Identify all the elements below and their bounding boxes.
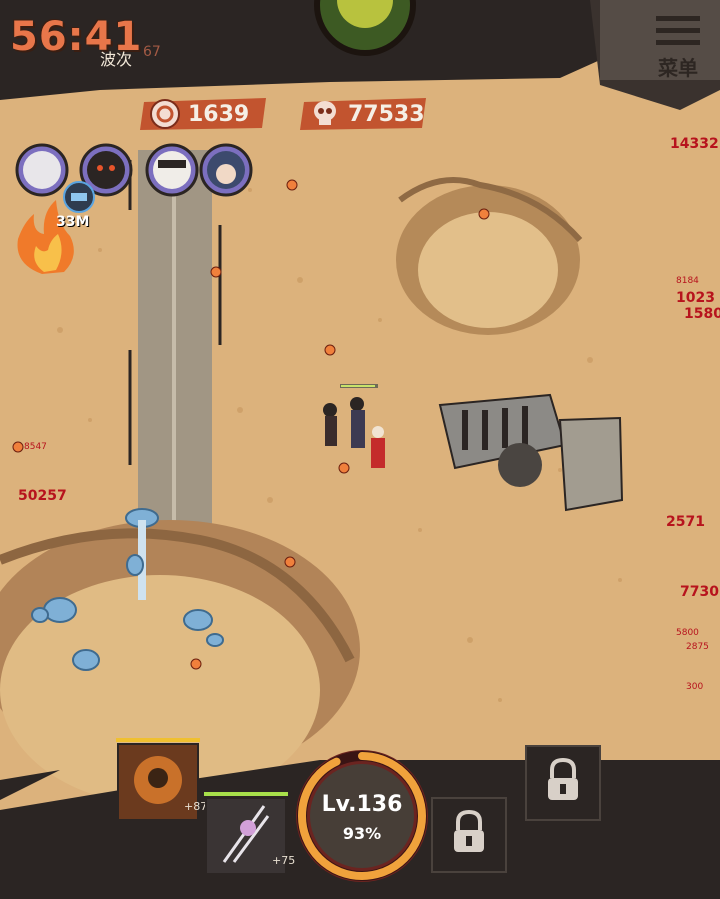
wave-number: 67 (143, 44, 161, 60)
damage-number: 1023 (676, 290, 715, 306)
coin-icon (150, 99, 180, 129)
damage-number: 1580 (684, 306, 720, 322)
wave-label: 波次 (100, 50, 133, 69)
damage-number: 2571 (666, 514, 705, 530)
coin-counter: 1639 (140, 96, 270, 132)
menu-label: 菜单 (658, 56, 698, 80)
damage-number: 5800 (676, 628, 699, 638)
damage-number: 14332 (670, 136, 719, 152)
xp-percent: 93% (342, 824, 382, 843)
boost-label: 33M (56, 214, 90, 230)
damage-number: 50257 (18, 488, 67, 504)
portrait-3[interactable] (145, 143, 199, 197)
damage-number: 2875 (686, 642, 709, 652)
party-portraits (15, 143, 253, 197)
damage-number: 300 (686, 682, 704, 692)
kill-value: 77533 (348, 101, 425, 127)
damage-number: 8184 (676, 276, 699, 286)
level-label: Lv.136 (321, 792, 403, 817)
damage-number: 8547 (24, 442, 47, 452)
locked-slot-1[interactable] (430, 796, 508, 874)
boost-badge-icon (63, 181, 95, 213)
skull-icon (314, 101, 336, 125)
coin-value: 1639 (188, 101, 250, 127)
skill-slot-2[interactable]: +75 (204, 792, 295, 876)
skill-slot-1[interactable]: +87 (116, 738, 207, 822)
portrait-4[interactable] (199, 143, 253, 197)
locked-slot-2[interactable] (524, 744, 602, 822)
damage-number: 7730 (680, 584, 719, 600)
kill-counter: 77533 (300, 96, 430, 132)
menu-button[interactable]: 菜单 (640, 10, 716, 82)
hamburger-icon (656, 16, 700, 45)
